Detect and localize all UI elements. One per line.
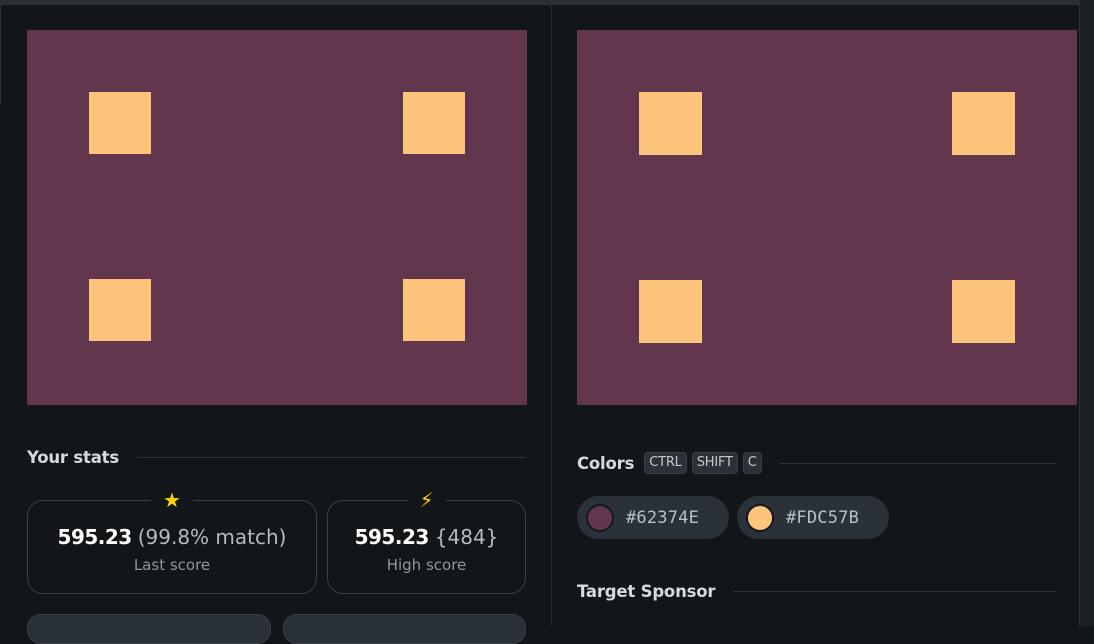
kbd-c: C [742,452,762,474]
high-score-label: High score [386,556,467,574]
last-score-value: 595.23 [57,525,133,549]
square-bottom-right [403,279,465,341]
kbd-ctrl: CTRL [644,452,687,474]
heading-divider [733,590,1056,592]
stats-heading: Your stats [27,446,526,468]
star-icon: ★ [151,488,193,512]
action-button-left[interactable] [27,614,271,644]
square-bottom-right [952,280,1015,343]
square-bottom-left [639,280,702,343]
high-score-line: 595.23 {484} [328,525,525,549]
sponsor-heading-text: Target Sponsor [577,581,716,601]
high-score-chars: {484} [434,525,499,549]
last-score-match: (99.8% match) [137,525,287,549]
colors-heading: Colors CTRL SHIFT C [577,451,1056,475]
square-bottom-left [89,279,151,341]
color-chip-square[interactable]: #FDC57B [737,496,889,539]
square-top-left [89,92,151,154]
stats-heading-text: Your stats [27,447,119,467]
heading-divider [136,456,526,458]
colors-heading-text: Colors [577,453,635,473]
action-button-right[interactable] [283,614,526,644]
left-edge [0,5,1,105]
target-canvas[interactable] [577,30,1077,405]
color-swatch [746,503,774,532]
color-hex: #FDC57B [786,507,860,528]
high-score-value: 595.23 [354,525,430,549]
square-top-right [952,92,1015,155]
kbd-shift: SHIFT [691,452,738,474]
lightning-icon: ⚡ [407,488,446,512]
output-canvas [27,30,527,405]
color-swatch [586,503,614,532]
color-hex: #62374E [626,507,700,528]
high-score-card: ⚡ 595.23 {484} High score [327,488,526,594]
color-chip-background[interactable]: #62374E [577,496,729,539]
sponsor-heading: Target Sponsor [577,580,1056,602]
last-score-line: 595.23 (99.8% match) [28,525,316,549]
panel-divider [551,5,552,626]
heading-divider [779,462,1056,464]
scrollbar[interactable] [1079,0,1094,626]
last-score-label: Last score [133,556,211,574]
last-score-card: ★ 595.23 (99.8% match) Last score [27,488,317,594]
top-bar [0,0,1094,5]
square-top-right [403,92,465,154]
square-top-left [639,92,702,155]
